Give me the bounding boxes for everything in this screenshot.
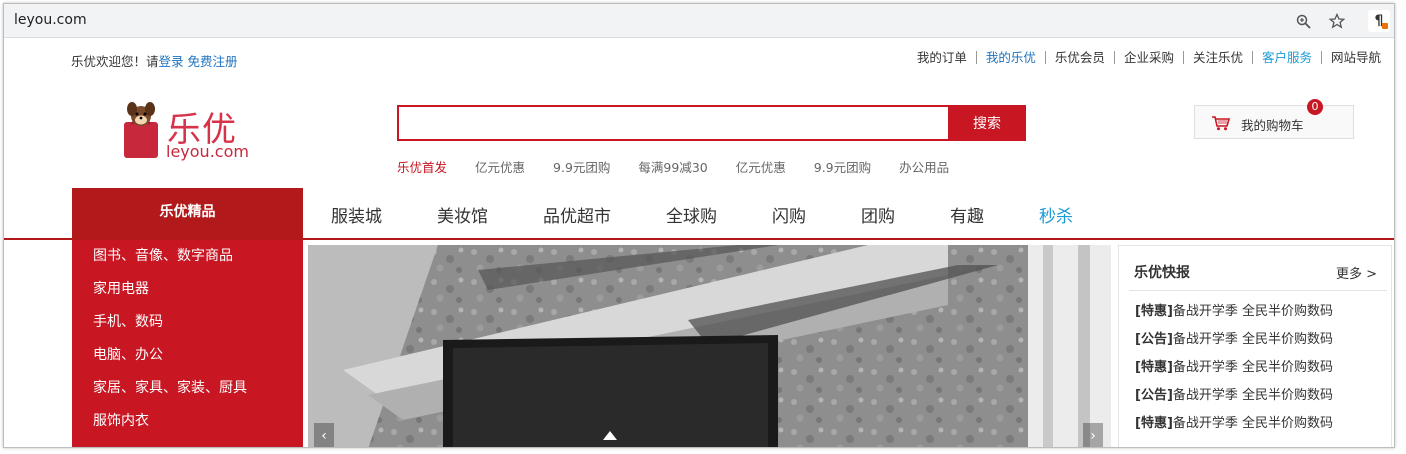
bookmark-star-icon[interactable] bbox=[1328, 12, 1346, 30]
news-item[interactable]: [特惠]备战开学季 全民半价购数码 bbox=[1135, 298, 1333, 326]
top-links: 我的订单 我的乐优 乐优会员 企业采购 关注乐优 客户服务 网站导航 bbox=[908, 51, 1390, 64]
news-tag: [特惠] bbox=[1135, 360, 1173, 375]
news-text: 备战开学季 全民半价购数码 bbox=[1172, 388, 1334, 403]
hotword-link[interactable]: 9.9元团购 bbox=[553, 157, 610, 176]
category-item[interactable]: 家居、家具、家装、厨具 bbox=[72, 372, 303, 405]
cart-icon bbox=[1212, 116, 1231, 131]
top-link-orders[interactable]: 我的订单 bbox=[908, 51, 976, 64]
news-text: 备战开学季 全民半价购数码 bbox=[1172, 416, 1334, 431]
news-list: [特惠]备战开学季 全民半价购数码 [公告]备战开学季 全民半价购数码 [特惠]… bbox=[1135, 298, 1333, 438]
nav-link-beauty[interactable]: 美妆馆 bbox=[437, 202, 488, 227]
zoom-icon[interactable] bbox=[1294, 12, 1312, 30]
news-item[interactable]: [特惠]备战开学季 全民半价购数码 bbox=[1135, 410, 1333, 438]
top-link-customer-service[interactable]: 客户服务 bbox=[1251, 51, 1321, 64]
news-text: 备战开学季 全民半价购数码 bbox=[1172, 332, 1334, 347]
news-text: 备战开学季 全民半价购数码 bbox=[1172, 360, 1334, 375]
top-bar: 乐优欢迎您！请登录 免费注册 我的订单 我的乐优 乐优会员 企业采购 关注乐优 … bbox=[4, 38, 1394, 78]
banner-image bbox=[308, 245, 1111, 447]
category-item[interactable]: 手机、数码 bbox=[72, 306, 303, 339]
nav-link-global[interactable]: 全球购 bbox=[666, 202, 717, 227]
extension-icon[interactable]: ¶ bbox=[1368, 10, 1390, 32]
hotword-link[interactable]: 亿元优惠 bbox=[736, 157, 786, 176]
address-bar: leyou.com ¶ bbox=[4, 4, 1394, 38]
nav-links: 服装城 美妆馆 品优超市 全球购 闪购 团购 有趣 秒杀 bbox=[331, 202, 1128, 227]
category-list: 图书、音像、数字商品 家用电器 手机、数码 电脑、办公 家居、家具、家装、厨具 … bbox=[72, 240, 303, 447]
news-item[interactable]: [公告]备战开学季 全民半价购数码 bbox=[1135, 326, 1333, 354]
news-item[interactable]: [特惠]备战开学季 全民半价购数码 bbox=[1135, 354, 1333, 382]
nav-link-flash[interactable]: 闪购 bbox=[772, 202, 806, 227]
shopping-cart-button[interactable]: 我的购物车 0 bbox=[1194, 99, 1354, 139]
news-tag: [公告] bbox=[1135, 388, 1173, 403]
register-link[interactable]: 免费注册 bbox=[188, 54, 238, 69]
category-item[interactable]: 图书、音像、数字商品 bbox=[72, 240, 303, 273]
news-tag: [公告] bbox=[1135, 332, 1173, 347]
nav-link-seckill[interactable]: 秒杀 bbox=[1039, 202, 1073, 227]
top-link-enterprise[interactable]: 企业采购 bbox=[1113, 51, 1183, 64]
hot-keywords: 乐优首发 亿元优惠 9.9元团购 每满99减30 亿元优惠 9.9元团购 办公用… bbox=[397, 157, 977, 176]
url-field[interactable]: leyou.com bbox=[14, 12, 87, 28]
news-more-link[interactable]: 更多 > bbox=[1336, 263, 1377, 282]
site-logo[interactable]: 乐优 leyou.com bbox=[122, 100, 252, 162]
search-button[interactable]: 搜索 bbox=[948, 105, 1026, 141]
search-input[interactable] bbox=[397, 105, 948, 141]
news-text: 备战开学季 全民半价购数码 bbox=[1172, 304, 1334, 319]
category-menu-title[interactable]: 乐优精品 bbox=[72, 188, 303, 240]
category-item[interactable]: 电脑、办公 bbox=[72, 339, 303, 372]
category-item[interactable]: 家用电器 bbox=[72, 273, 303, 306]
hotword-link[interactable]: 每满99减30 bbox=[638, 157, 707, 176]
logo-mascot-icon bbox=[124, 102, 158, 158]
news-tag: [特惠] bbox=[1135, 304, 1173, 319]
news-tag: [特惠] bbox=[1135, 416, 1173, 431]
nav-link-supermarket[interactable]: 品优超市 bbox=[543, 202, 611, 227]
news-item[interactable]: [公告]备战开学季 全民半价购数码 bbox=[1135, 382, 1333, 410]
news-panel: 乐优快报 更多 > [特惠]备战开学季 全民半价购数码 [公告]备战开学季 全民… bbox=[1118, 245, 1392, 447]
nav-link-fun[interactable]: 有趣 bbox=[950, 202, 984, 227]
news-divider bbox=[1129, 290, 1387, 291]
top-link-my-leyou[interactable]: 我的乐优 bbox=[975, 51, 1045, 64]
cart-count-badge: 0 bbox=[1307, 99, 1323, 115]
top-link-follow[interactable]: 关注乐优 bbox=[1182, 51, 1252, 64]
top-link-membership[interactable]: 乐优会员 bbox=[1044, 51, 1114, 64]
news-title: 乐优快报 bbox=[1134, 265, 1190, 281]
banner-carousel[interactable]: ‹ › bbox=[308, 245, 1111, 447]
banner-next-icon[interactable]: › bbox=[1083, 423, 1103, 447]
hotword-link[interactable]: 办公用品 bbox=[899, 157, 949, 176]
top-link-site-nav[interactable]: 网站导航 bbox=[1320, 51, 1390, 64]
hotword-link[interactable]: 亿元优惠 bbox=[475, 157, 525, 176]
nav-link-group[interactable]: 团购 bbox=[861, 202, 895, 227]
browser-window: leyou.com ¶ 乐优欢迎您！请登录 免费注册 我的订单 我的乐优 乐优会… bbox=[3, 3, 1395, 448]
hotword-link[interactable]: 乐优首发 bbox=[397, 157, 447, 176]
search-bar: 搜索 bbox=[397, 105, 1026, 141]
login-link[interactable]: 登录 bbox=[159, 54, 184, 69]
main-nav: 乐优精品 服装城 美妆馆 品优超市 全球购 闪购 团购 有趣 秒杀 bbox=[4, 188, 1394, 240]
banner-prev-icon[interactable]: ‹ bbox=[314, 423, 334, 447]
welcome-text: 乐优欢迎您！请登录 免费注册 bbox=[71, 51, 238, 70]
category-item[interactable]: 服饰内衣 bbox=[72, 405, 303, 438]
hotword-link[interactable]: 9.9元团购 bbox=[814, 157, 871, 176]
nav-link-clothing[interactable]: 服装城 bbox=[331, 202, 382, 227]
logo-domain: leyou.com bbox=[166, 142, 249, 161]
welcome-prefix: 乐优欢迎您！请 bbox=[71, 54, 159, 69]
cart-label: 我的购物车 bbox=[1241, 118, 1304, 133]
